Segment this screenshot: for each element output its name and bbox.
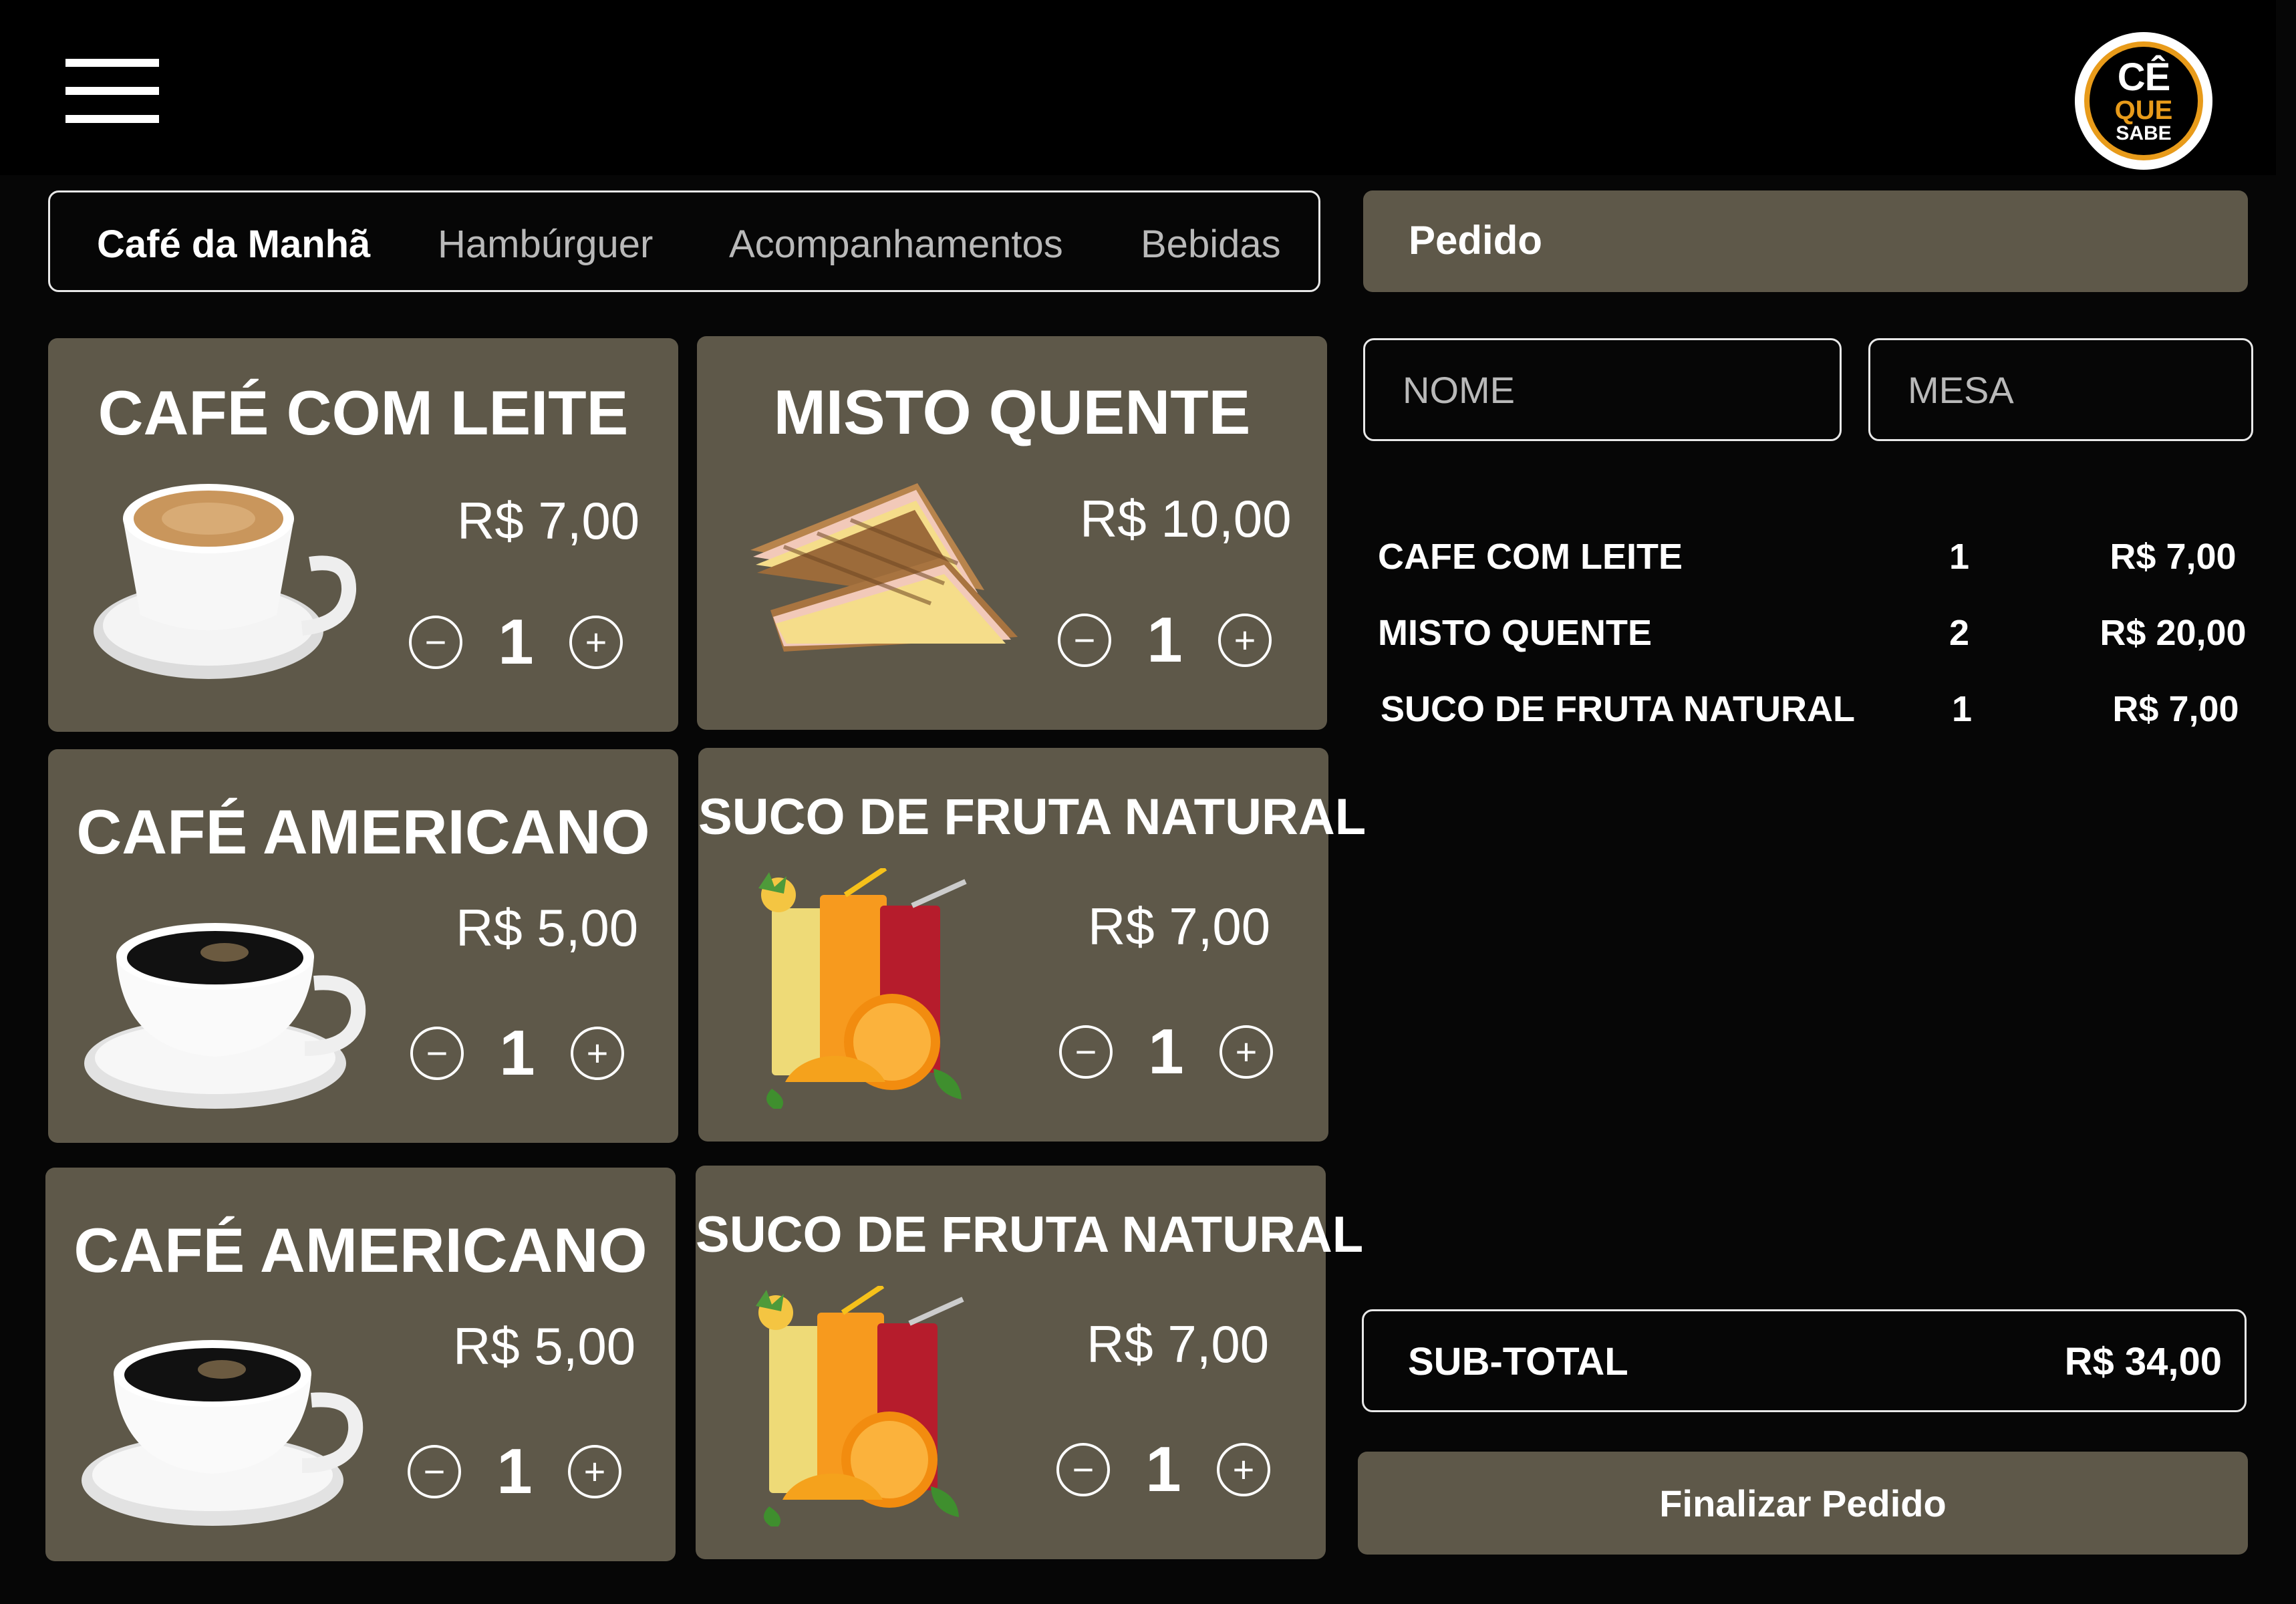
juice-glasses-image — [758, 868, 967, 1109]
decrease-quantity-button[interactable]: − — [410, 1027, 464, 1080]
quantity-value: 1 — [496, 1436, 533, 1507]
quantity-value: 1 — [1148, 1016, 1184, 1087]
decrease-quantity-button[interactable]: − — [409, 616, 462, 669]
product-price: R$ 5,00 — [456, 898, 639, 957]
juice-glasses-image — [756, 1286, 964, 1526]
product-title: CAFÉ AMERICANO — [76, 797, 650, 867]
decrease-quantity-button[interactable]: − — [1059, 1025, 1113, 1079]
tab-acompanhamentos[interactable]: Acompanhamentos — [729, 222, 1063, 267]
quantity-stepper: − 1 + — [1058, 604, 1272, 677]
logo-line-3: SABE — [2116, 122, 2172, 144]
quantity-stepper: − 1 + — [410, 1017, 624, 1090]
quantity-value: 1 — [498, 606, 534, 678]
toasted-sandwich-image — [750, 483, 1018, 652]
subtotal-box: SUB-TOTAL R$ 34,00 — [1362, 1309, 2247, 1412]
increase-quantity-button[interactable]: + — [1217, 1443, 1270, 1496]
product-card: SUCO DE FRUTA NATURAL R$ 7,00 − 1 + — [698, 748, 1367, 1142]
product-card: SUCO DE FRUTA NATURAL R$ 7,00 − 1 + — [696, 1166, 1364, 1559]
name-input[interactable] — [1363, 338, 1842, 441]
product-title: SUCO DE FRUTA NATURAL — [696, 1206, 1364, 1263]
logo-line-2: QUE — [2114, 96, 2173, 125]
increase-quantity-button[interactable]: + — [568, 1445, 621, 1498]
order-item-row: SUCO DE FRUTA NATURAL 1 R$ 7,00 — [1378, 688, 2247, 742]
order-item-price: R$ 7,00 — [2110, 537, 2237, 577]
order-item-qty: 1 — [1949, 537, 1970, 577]
order-item-qty: 2 — [1949, 613, 1970, 653]
quantity-value: 1 — [499, 1017, 535, 1089]
latte-cup-image — [94, 484, 357, 679]
product-title: SUCO DE FRUTA NATURAL — [698, 789, 1367, 845]
product-title: MISTO QUENTE — [773, 377, 1251, 447]
decrease-quantity-button[interactable]: − — [1056, 1443, 1110, 1496]
increase-quantity-button[interactable]: + — [1219, 1025, 1273, 1079]
quantity-value: 1 — [1145, 1434, 1181, 1505]
quantity-stepper: − 1 + — [1059, 1015, 1273, 1089]
top-bar: CÊ QUE SABE — [0, 0, 2276, 175]
hamburger-menu-icon[interactable] — [65, 59, 159, 123]
brand-logo: CÊ QUE SABE — [2075, 32, 2212, 170]
order-item-row: CAFE COM LEITE 1 R$ 7,00 — [1378, 536, 2247, 589]
product-price: R$ 7,00 — [457, 491, 640, 550]
quantity-value: 1 — [1147, 604, 1183, 676]
product-card: CAFÉ AMERICANO R$ 5,00 − 1 + — [48, 749, 678, 1143]
quantity-stepper: − 1 + — [409, 606, 623, 679]
increase-quantity-button[interactable]: + — [571, 1027, 624, 1080]
order-item-name: CAFE COM LEITE — [1378, 537, 1683, 577]
black-coffee-cup-image — [82, 1340, 364, 1526]
order-title: Pedido — [1409, 218, 1543, 263]
product-price: R$ 7,00 — [1087, 1315, 1270, 1373]
product-card: CAFÉ COM LEITE R$ 7,00 − 1 + — [48, 338, 678, 732]
order-item-qty: 1 — [1951, 689, 1973, 729]
logo-line-1: CÊ — [2117, 55, 2171, 99]
product-price: R$ 10,00 — [1080, 489, 1292, 548]
quantity-stepper: − 1 + — [408, 1435, 621, 1508]
finalize-order-button[interactable]: Finalizar Pedido — [1358, 1452, 2248, 1555]
order-item-price: R$ 7,00 — [2112, 689, 2239, 729]
tab-cafe-da-manha[interactable]: Café da Manhã — [97, 222, 370, 267]
decrease-quantity-button[interactable]: − — [1058, 614, 1111, 667]
product-price: R$ 5,00 — [453, 1317, 636, 1375]
quantity-stepper: − 1 + — [1056, 1433, 1270, 1506]
order-item-name: MISTO QUENTE — [1378, 613, 1653, 653]
table-input[interactable] — [1868, 338, 2253, 441]
black-coffee-cup-image — [84, 923, 366, 1109]
subtotal-label: SUB-TOTAL — [1408, 1340, 1628, 1383]
product-title: CAFÉ COM LEITE — [98, 378, 629, 448]
product-title: CAFÉ AMERICANO — [74, 1215, 648, 1285]
order-item-row: MISTO QUENTE 2 R$ 20,00 — [1378, 612, 2247, 666]
subtotal-value: R$ 34,00 — [2064, 1340, 2222, 1383]
tab-hamburguer[interactable]: Hambúrguer — [438, 222, 653, 267]
decrease-quantity-button[interactable]: − — [408, 1445, 461, 1498]
tab-bebidas[interactable]: Bebidas — [1141, 222, 1281, 267]
product-card: CAFÉ AMERICANO R$ 5,00 − 1 + — [45, 1168, 676, 1561]
product-card: MISTO QUENTE R$ 10,00 − 1 + — [697, 336, 1327, 730]
increase-quantity-button[interactable]: + — [1218, 614, 1272, 667]
product-price: R$ 7,00 — [1088, 897, 1271, 956]
increase-quantity-button[interactable]: + — [569, 616, 623, 669]
category-tabs: Café da Manhã Hambúrguer Acompanhamentos… — [48, 190, 1320, 292]
order-item-name: SUCO DE FRUTA NATURAL — [1381, 689, 1855, 729]
order-item-price: R$ 20,00 — [2100, 613, 2247, 653]
order-panel-header: Pedido — [1363, 190, 2248, 292]
